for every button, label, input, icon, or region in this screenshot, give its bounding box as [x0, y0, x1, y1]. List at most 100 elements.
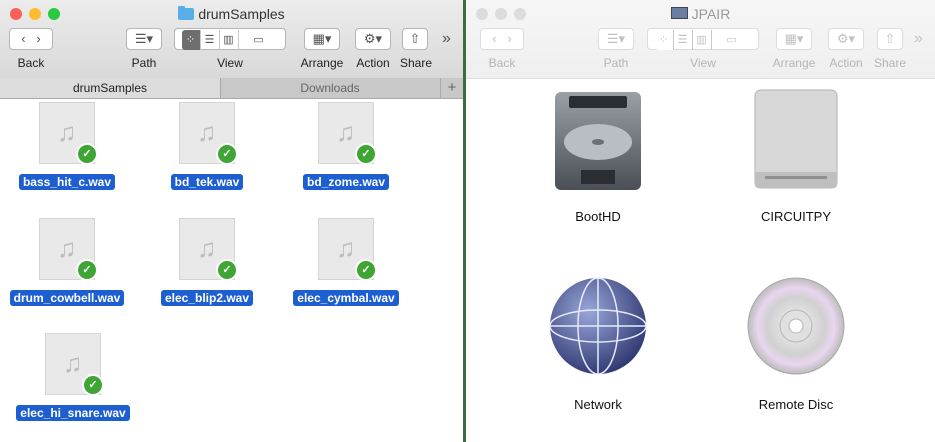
finder-window-jpair: JPAIR ‹ › Back ☰▾ Path ⁘ ☰ ▥ ▭ View ▦▾ Arra…: [466, 0, 935, 442]
gallery-view-icon[interactable]: ▭: [712, 30, 752, 50]
share-button[interactable]: ⇧: [877, 28, 903, 50]
arrange-label: Arrange: [772, 56, 816, 70]
audio-file-icon: ♫ ✓: [179, 218, 238, 281]
back-forward-buttons[interactable]: ‹ ›: [9, 28, 53, 50]
icon-view-icon[interactable]: ⁘: [181, 30, 201, 50]
file-item[interactable]: ♫ ✓ bd_tek.wav: [147, 102, 267, 191]
chevron-left-icon[interactable]: ‹: [21, 31, 25, 46]
checkmark-icon: ✓: [216, 259, 238, 281]
file-item[interactable]: ♫ ✓ elec_cymbal.wav: [286, 218, 406, 307]
action-label: Action: [356, 56, 390, 70]
action-button[interactable]: ⚙▾: [828, 28, 864, 50]
device-item[interactable]: Network: [508, 274, 688, 412]
view-segmented-control[interactable]: ⁘ ☰ ▥ ▭: [647, 28, 759, 50]
checkmark-icon: ✓: [76, 259, 98, 281]
toolbar-overflow-icon[interactable]: »: [914, 30, 923, 48]
optical-disc-icon: [747, 277, 845, 375]
toolbar: JPAIR ‹ › Back ☰▾ Path ⁘ ☰ ▥ ▭ View ▦▾ Arra…: [466, 0, 935, 79]
window-title: drumSamples: [0, 6, 463, 22]
window-title: JPAIR: [466, 6, 935, 22]
gear-icon: ⚙▾: [836, 31, 856, 46]
path-button[interactable]: ☰▾: [598, 28, 634, 50]
view-label: View: [690, 56, 716, 70]
file-item[interactable]: ♫ ✓ bass_hit_c.wav: [7, 102, 127, 191]
gallery-view-icon[interactable]: ▭: [239, 30, 279, 50]
toolbar-overflow-icon[interactable]: »: [442, 30, 451, 48]
computer-icon: [670, 7, 688, 19]
device-name: BootHD: [575, 209, 621, 224]
path-list-icon: ☰▾: [134, 31, 154, 46]
back-label: Back: [488, 56, 516, 70]
back-label: Back: [17, 56, 45, 70]
column-view-icon[interactable]: ▥: [693, 30, 712, 50]
network-globe-icon: [549, 277, 647, 375]
file-name: elec_cymbal.wav: [293, 290, 399, 306]
arrange-button[interactable]: ▦▾: [776, 28, 812, 50]
toolbar: drumSamples ‹ › Back ☰▾ Path ⁘ ☰ ▥ ▭ View ▦…: [0, 0, 463, 79]
device-name: Remote Disc: [758, 397, 834, 412]
chevron-right-icon[interactable]: ›: [36, 31, 40, 46]
new-tab-button[interactable]: +: [440, 78, 463, 98]
audio-file-icon: ♫ ✓: [39, 102, 98, 165]
share-icon: ⇧: [409, 31, 421, 46]
action-button[interactable]: ⚙▾: [355, 28, 391, 50]
file-name: bd_zome.wav: [302, 174, 390, 190]
checkmark-icon: ✓: [216, 143, 238, 165]
device-item[interactable]: BootHD: [508, 86, 688, 224]
view-label: View: [217, 56, 243, 70]
list-view-icon[interactable]: ☰: [674, 30, 693, 50]
audio-file-icon: ♫ ✓: [39, 218, 98, 281]
file-item[interactable]: ♫ ✓ elec_blip2.wav: [147, 218, 267, 307]
share-button[interactable]: ⇧: [402, 28, 428, 50]
music-note-icon: ♫: [57, 117, 77, 147]
device-name: CIRCUITPY: [760, 209, 832, 224]
back-forward-buttons[interactable]: ‹ ›: [480, 28, 524, 50]
tab-downloads[interactable]: Downloads: [221, 78, 439, 98]
device-name: Network: [574, 397, 622, 412]
music-note-icon: ♫: [336, 233, 356, 263]
chevron-left-icon[interactable]: ‹: [492, 31, 496, 46]
audio-file-icon: ♫ ✓: [318, 218, 377, 281]
share-label: Share: [399, 56, 433, 70]
column-view-icon[interactable]: ▥: [220, 30, 239, 50]
file-name: elec_hi_snare.wav: [16, 405, 130, 421]
icon-view-icon[interactable]: ⁘: [654, 30, 674, 50]
music-note-icon: ♫: [197, 117, 217, 147]
arrange-label: Arrange: [300, 56, 344, 70]
finder-window-drumsamples: drumSamples ‹ › Back ☰▾ Path ⁘ ☰ ▥ ▭ View ▦…: [0, 0, 463, 442]
arrange-button[interactable]: ▦▾: [304, 28, 340, 50]
checkmark-icon: ✓: [355, 259, 377, 281]
share-label: Share: [873, 56, 907, 70]
file-name: elec_blip2.wav: [160, 290, 254, 306]
file-name: bd_tek.wav: [170, 174, 244, 190]
tab-bar: drumSamples Downloads +: [0, 78, 463, 99]
view-segmented-control[interactable]: ⁘ ☰ ▥ ▭: [174, 28, 286, 50]
checkmark-icon: ✓: [355, 143, 377, 165]
file-item[interactable]: ♫ ✓ bd_zome.wav: [286, 102, 406, 191]
audio-file-icon: ♫ ✓: [179, 102, 238, 165]
external-drive-icon: [754, 89, 838, 189]
device-item[interactable]: CIRCUITPY: [706, 86, 886, 224]
tab-drumsamples[interactable]: drumSamples: [0, 78, 221, 98]
path-button[interactable]: ☰▾: [126, 28, 162, 50]
audio-file-icon: ♫ ✓: [45, 333, 104, 396]
chevron-right-icon[interactable]: ›: [507, 31, 511, 46]
audio-file-icon: ♫ ✓: [318, 102, 377, 165]
device-item[interactable]: Remote Disc: [706, 274, 886, 412]
file-name: drum_cowbell.wav: [9, 290, 125, 306]
music-note-icon: ♫: [197, 233, 217, 263]
arrange-grid-icon: ▦▾: [784, 31, 804, 46]
file-item[interactable]: ♫ ✓ drum_cowbell.wav: [7, 218, 127, 307]
file-name: bass_hit_c.wav: [18, 174, 116, 190]
arrange-grid-icon: ▦▾: [312, 31, 332, 46]
music-note-icon: ♫: [336, 117, 356, 147]
action-label: Action: [829, 56, 863, 70]
file-item[interactable]: ♫ ✓ elec_hi_snare.wav: [13, 333, 133, 422]
path-label: Path: [131, 56, 157, 70]
share-icon: ⇧: [884, 31, 896, 46]
path-label: Path: [603, 56, 629, 70]
list-view-icon[interactable]: ☰: [201, 30, 220, 50]
music-note-icon: ♫: [57, 233, 77, 263]
checkmark-icon: ✓: [82, 374, 104, 396]
music-note-icon: ♫: [63, 348, 83, 378]
